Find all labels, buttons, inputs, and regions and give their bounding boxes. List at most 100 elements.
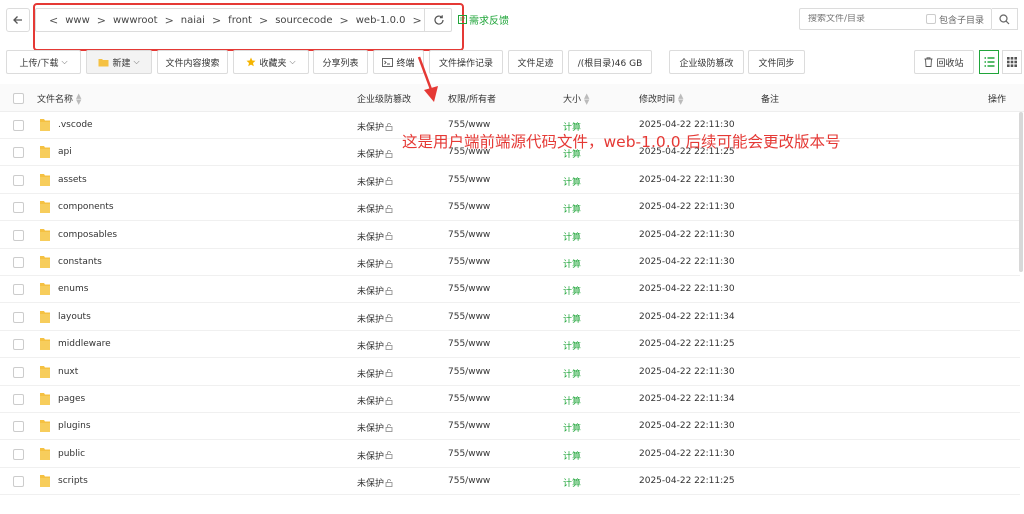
permission[interactable]: 755/www — [448, 257, 490, 267]
row-checkbox[interactable] — [13, 311, 24, 323]
permission[interactable]: 755/www — [448, 367, 490, 377]
size-calc-link[interactable]: 计算 — [563, 476, 581, 489]
permission[interactable]: 755/www — [448, 230, 490, 240]
permission[interactable]: 755/www — [448, 284, 490, 294]
size-calc-link[interactable]: 计算 — [563, 449, 581, 462]
footprint-button[interactable]: 文件足迹 — [508, 50, 563, 74]
file-name[interactable]: middleware — [58, 339, 111, 349]
file-name[interactable]: plugins — [58, 421, 91, 431]
protect-status[interactable]: 未保护 — [357, 257, 393, 270]
table-row[interactable]: middleware 未保护 755/www 计算 2025-04-22 22:11:2… — [0, 331, 1020, 359]
file-name[interactable]: composables — [58, 230, 117, 240]
permission[interactable]: 755/www — [448, 394, 490, 404]
protect-status[interactable]: 未保护 — [357, 284, 393, 297]
column-mtime[interactable]: 修改时间 ▲ ▼ — [639, 92, 683, 105]
table-row[interactable]: layouts 未保护 755/www 计算 2025-04-22 22:11:34 — [0, 304, 1020, 331]
protect-status[interactable]: 未保护 — [357, 394, 393, 407]
row-checkbox[interactable] — [13, 284, 24, 296]
disk-button[interactable]: /(根目录)46 GB — [568, 50, 652, 74]
permission[interactable]: 755/www — [448, 339, 490, 349]
search-input[interactable] — [808, 14, 918, 24]
operation-log-button[interactable]: 文件操作记录 — [429, 50, 503, 74]
permission[interactable]: 755/www — [448, 120, 490, 130]
row-checkbox[interactable] — [13, 202, 24, 214]
row-checkbox[interactable] — [13, 257, 24, 268]
permission[interactable]: 755/www — [448, 202, 490, 212]
size-calc-link[interactable]: 计算 — [563, 339, 581, 352]
favorites-button[interactable]: 收藏夹 ⌵ — [233, 50, 309, 74]
row-checkbox[interactable] — [13, 147, 24, 159]
protect-status[interactable]: 未保护 — [357, 421, 393, 434]
file-name[interactable]: public — [58, 449, 85, 459]
table-row[interactable]: nuxt 未保护 755/www 计算 2025-04-22 22:11:30 — [0, 359, 1020, 386]
back-button[interactable] — [6, 8, 30, 32]
table-row[interactable]: public 未保护 755/www 计算 2025-04-22 22:11:30 — [0, 441, 1020, 468]
file-name[interactable]: layouts — [58, 312, 91, 322]
file-name[interactable]: constants — [58, 257, 102, 267]
subdir-option[interactable]: 包含子目录 — [926, 13, 984, 26]
protect-status[interactable]: 未保护 — [357, 230, 393, 243]
column-name[interactable]: 文件名称 ▲ ▼ — [37, 92, 81, 105]
column-size[interactable]: 大小 ▲ ▼ — [563, 92, 589, 105]
file-name[interactable]: scripts — [58, 476, 88, 486]
feedback-link[interactable]: 需求反馈 — [458, 12, 509, 27]
file-name[interactable]: pages — [58, 394, 85, 404]
file-name[interactable]: api — [58, 147, 72, 157]
upload-download-button[interactable]: 上传/下载 ⌵ — [6, 50, 81, 74]
permission[interactable]: 755/www — [448, 476, 490, 486]
permission[interactable]: 755/www — [448, 421, 490, 431]
new-button[interactable]: 新建 ⌵ — [86, 50, 152, 74]
grid-view-button[interactable] — [1002, 50, 1022, 74]
protect-status[interactable]: 未保护 — [357, 449, 393, 462]
table-row[interactable]: constants 未保护 755/www 计算 2025-04-22 22:11:30 — [0, 249, 1020, 276]
protect-status[interactable]: 未保护 — [357, 175, 393, 188]
permission[interactable]: 755/www — [448, 449, 490, 459]
subdir-checkbox[interactable] — [926, 14, 936, 24]
protect-status[interactable]: 未保护 — [357, 367, 393, 380]
file-name[interactable]: nuxt — [58, 367, 78, 377]
protect-status[interactable]: 未保护 — [357, 339, 393, 352]
table-row[interactable]: assets 未保护 755/www 计算 2025-04-22 22:11:30 — [0, 167, 1020, 194]
list-view-button[interactable] — [979, 50, 999, 74]
recycle-bin-button[interactable]: 回收站 — [914, 50, 974, 74]
table-row[interactable]: pages 未保护 755/www 计算 2025-04-22 22:11:34 — [0, 386, 1020, 413]
row-checkbox[interactable] — [13, 174, 24, 186]
permission[interactable]: 755/www — [448, 312, 490, 322]
tamper-protect-button[interactable]: 企业级防篡改 — [669, 50, 744, 74]
row-checkbox[interactable] — [13, 394, 24, 405]
protect-status[interactable]: 未保护 — [357, 476, 393, 489]
row-checkbox[interactable] — [13, 476, 24, 488]
table-row[interactable]: plugins 未保护 755/www 计算 2025-04-22 22:11:30 — [0, 413, 1020, 441]
row-checkbox[interactable] — [13, 421, 24, 433]
size-calc-link[interactable]: 计算 — [563, 257, 581, 270]
table-row[interactable]: scripts 未保护 755/www 计算 2025-04-22 22:11:25 — [0, 468, 1020, 496]
row-checkbox[interactable] — [13, 229, 24, 241]
protect-status[interactable]: 未保护 — [357, 120, 393, 133]
row-checkbox[interactable] — [13, 366, 24, 378]
size-calc-link[interactable]: 计算 — [563, 202, 581, 215]
file-sync-button[interactable]: 文件同步 — [748, 50, 805, 74]
row-checkbox[interactable] — [13, 448, 24, 460]
scrollbar[interactable] — [1019, 112, 1023, 272]
search-button[interactable] — [992, 8, 1018, 30]
file-name[interactable]: assets — [58, 175, 87, 185]
protect-status[interactable]: 未保护 — [357, 312, 393, 325]
file-name[interactable]: components — [58, 202, 114, 212]
file-name[interactable]: .vscode — [58, 120, 93, 130]
size-calc-link[interactable]: 计算 — [563, 394, 581, 407]
size-calc-link[interactable]: 计算 — [563, 367, 581, 380]
size-calc-link[interactable]: 计算 — [563, 312, 581, 325]
table-row[interactable]: enums 未保护 755/www 计算 2025-04-22 22:11:30 — [0, 276, 1020, 304]
content-search-button[interactable]: 文件内容搜索 — [157, 50, 228, 74]
file-name[interactable]: enums — [58, 284, 88, 294]
row-checkbox[interactable] — [13, 120, 24, 131]
protect-status[interactable]: 未保护 — [357, 202, 393, 215]
permission[interactable]: 755/www — [448, 175, 490, 185]
share-list-button[interactable]: 分享列表 — [313, 50, 368, 74]
table-row[interactable]: components 未保护 755/www 计算 2025-04-22 22:11:3… — [0, 194, 1020, 222]
row-checkbox[interactable] — [13, 339, 24, 351]
protect-status[interactable]: 未保护 — [357, 147, 393, 160]
size-calc-link[interactable]: 计算 — [563, 284, 581, 297]
select-all-checkbox[interactable] — [13, 93, 24, 104]
terminal-button[interactable]: 终端 — [373, 50, 424, 74]
